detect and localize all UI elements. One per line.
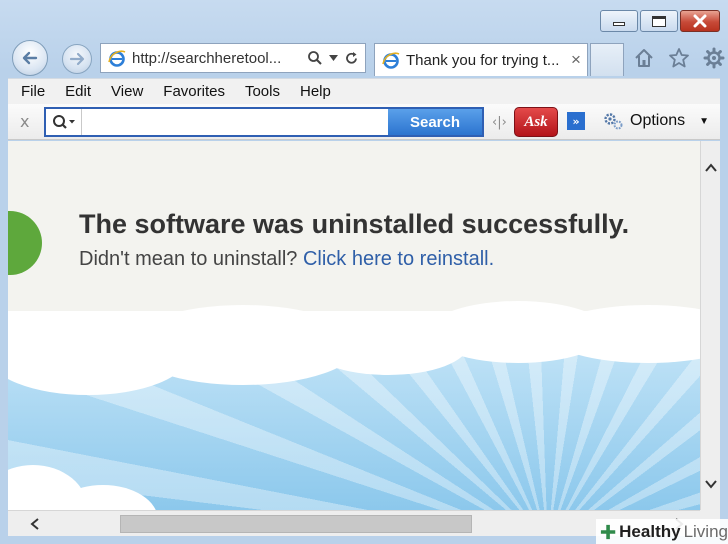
browser-icons bbox=[632, 46, 726, 70]
ask-search-input[interactable] bbox=[82, 109, 388, 135]
reinstall-prompt: Didn't mean to uninstall? Click here to … bbox=[79, 248, 494, 271]
plus-leaf-icon bbox=[600, 524, 616, 539]
ask-search-box: Search bbox=[44, 107, 484, 137]
ask-toolbar-close-button[interactable]: x bbox=[20, 112, 29, 131]
back-button[interactable] bbox=[12, 40, 48, 76]
menu-view[interactable]: View bbox=[111, 83, 143, 100]
forward-button[interactable] bbox=[62, 44, 92, 74]
green-logo-shape bbox=[8, 211, 42, 275]
browser-window: http://searchheretool... Thank you for t… bbox=[0, 0, 728, 544]
window-caption-buttons bbox=[600, 10, 720, 32]
maximize-button[interactable] bbox=[640, 10, 678, 32]
scroll-left-icon[interactable] bbox=[28, 517, 42, 531]
search-provider-dropdown[interactable] bbox=[46, 109, 82, 135]
minimize-button[interactable] bbox=[600, 10, 638, 32]
menu-tools[interactable]: Tools bbox=[245, 83, 280, 100]
scroll-up-icon[interactable] bbox=[704, 161, 718, 175]
healthy-living-watermark: Healthy Living bbox=[596, 519, 728, 544]
maximize-icon bbox=[652, 15, 666, 27]
favorites-button[interactable] bbox=[667, 46, 691, 70]
vertical-scrollbar[interactable] bbox=[700, 141, 720, 510]
home-icon bbox=[635, 49, 653, 67]
menu-edit[interactable]: Edit bbox=[65, 83, 91, 100]
address-url[interactable]: http://searchheretool... bbox=[132, 50, 307, 67]
tab-active[interactable]: Thank you for trying t... × bbox=[374, 43, 588, 76]
menu-favorites[interactable]: Favorites bbox=[163, 83, 225, 100]
ie-logo-icon bbox=[108, 50, 126, 67]
ask-logo-button[interactable]: Ask bbox=[514, 107, 558, 137]
options-gears-icon bbox=[604, 113, 623, 130]
tab-close-button[interactable]: × bbox=[565, 50, 587, 70]
ask-toolbar: x Search ‹|› Ask » Options ▼ bbox=[8, 104, 720, 140]
search-icon[interactable] bbox=[307, 50, 323, 66]
page-content: The software was uninstalled successfull… bbox=[8, 141, 700, 510]
dropdown-arrow-icon[interactable] bbox=[329, 55, 338, 61]
address-bar[interactable]: http://searchheretool... bbox=[100, 43, 366, 73]
close-window-button[interactable] bbox=[680, 10, 720, 32]
uninstall-banner: The software was uninstalled successfull… bbox=[8, 141, 700, 311]
page-title: The software was uninstalled successfull… bbox=[79, 209, 630, 239]
menu-bar: File Edit View Favorites Tools Help bbox=[8, 78, 720, 104]
ie-logo-icon bbox=[382, 52, 400, 69]
minimize-icon bbox=[613, 22, 625, 26]
menu-file[interactable]: File bbox=[21, 83, 45, 100]
reinstall-question: Didn't mean to uninstall? bbox=[79, 248, 298, 270]
address-tools bbox=[307, 50, 365, 66]
back-arrow-icon bbox=[22, 51, 38, 65]
forward-arrow-icon bbox=[69, 52, 85, 66]
toolbar-resize-grip[interactable]: ‹|› bbox=[492, 115, 507, 130]
settings-gear-icon bbox=[703, 47, 725, 69]
settings-button[interactable] bbox=[702, 46, 726, 70]
reinstall-link[interactable]: Click here to reinstall. bbox=[303, 248, 494, 270]
toolbar-more-button[interactable]: » bbox=[567, 112, 585, 130]
watermark-bold: Healthy bbox=[619, 521, 681, 541]
scroll-down-icon[interactable] bbox=[704, 477, 718, 491]
sky-background-image bbox=[8, 301, 700, 510]
options-label: Options bbox=[630, 112, 686, 129]
horizontal-scroll-thumb[interactable] bbox=[120, 515, 472, 533]
home-button[interactable] bbox=[632, 46, 656, 70]
new-tab-button[interactable] bbox=[590, 43, 624, 76]
close-icon bbox=[693, 14, 707, 28]
watermark-light: Living bbox=[683, 521, 728, 541]
options-menu[interactable]: Options ▼ bbox=[602, 111, 709, 131]
tab-title: Thank you for trying t... bbox=[406, 51, 560, 69]
ask-search-button[interactable]: Search bbox=[388, 109, 482, 135]
search-icon bbox=[52, 115, 75, 129]
chevron-down-icon: ▼ bbox=[699, 115, 710, 127]
navigation-bar: http://searchheretool... Thank you for t… bbox=[8, 40, 725, 78]
refresh-icon[interactable] bbox=[344, 51, 359, 66]
menu-help[interactable]: Help bbox=[300, 83, 331, 100]
favorites-star-icon bbox=[669, 48, 689, 68]
